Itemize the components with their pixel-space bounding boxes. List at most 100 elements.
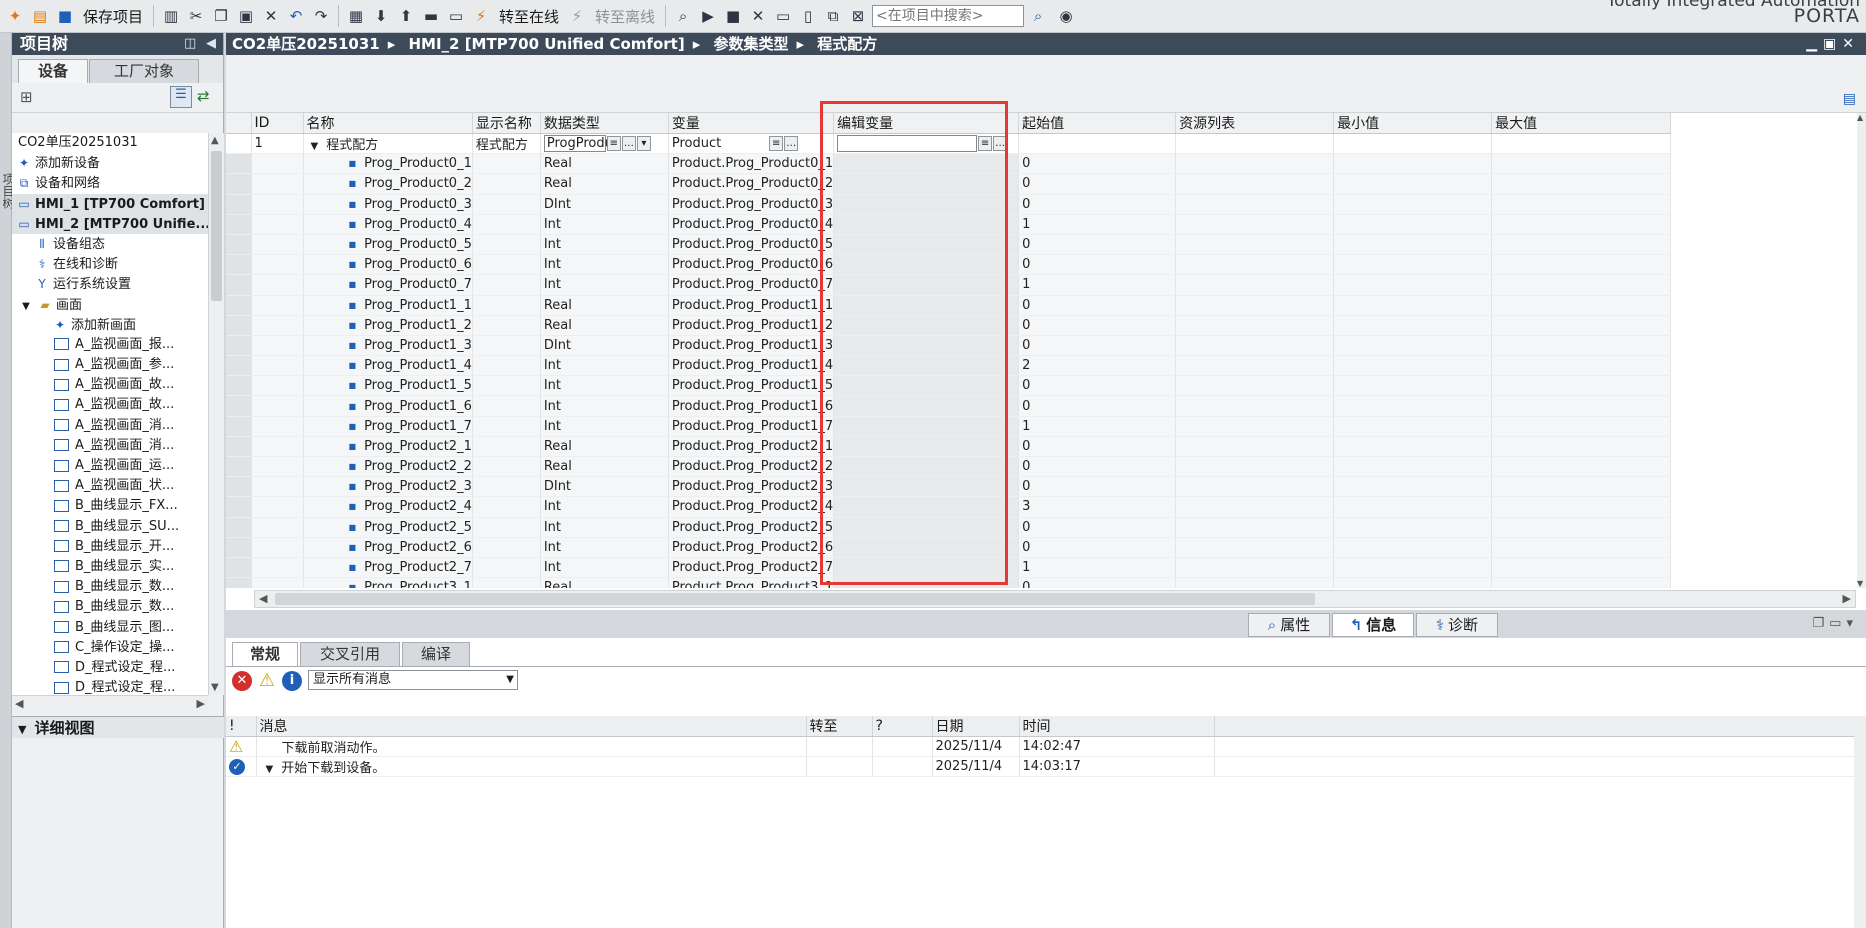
cell-max-value[interactable] xyxy=(1491,194,1672,215)
table-row[interactable]: ■ Prog_Product2_5 Int Product.Prog_Product2… xyxy=(226,517,1672,538)
row-header[interactable] xyxy=(226,375,252,397)
cell-start-value[interactable]: 0 xyxy=(1018,194,1177,215)
dropdown-icon[interactable]: ▾ xyxy=(636,136,651,152)
download-icon[interactable]: ⬇ xyxy=(370,5,392,27)
cell-id[interactable] xyxy=(251,315,304,336)
browse-icon[interactable]: … xyxy=(784,136,799,152)
cell-start-value[interactable]: 0 xyxy=(1018,254,1177,276)
table-row[interactable]: ■ Prog_Product2_1 Real Product.Prog_Product… xyxy=(226,436,1672,458)
cell-name[interactable]: ■ Prog_Product1_4 xyxy=(303,355,473,377)
cell-edit-variable[interactable] xyxy=(833,476,1020,498)
edit-variable-input[interactable] xyxy=(837,135,978,153)
cell-edit-variable[interactable] xyxy=(833,436,1020,458)
cell-data-type[interactable]: Real xyxy=(540,153,669,175)
cell-id[interactable]: 1 xyxy=(251,133,304,155)
search-icon[interactable]: ⌕ xyxy=(1027,5,1049,27)
cell-display-name[interactable] xyxy=(472,395,541,417)
cell-variable[interactable]: Product.Prog_Product0_6 xyxy=(668,254,835,276)
cell-min-value[interactable] xyxy=(1333,274,1493,296)
cell-min-value[interactable] xyxy=(1333,395,1493,417)
cross-reference-icon[interactable]: ✕ xyxy=(747,5,769,27)
cell-variable[interactable]: Product.Prog_Product3_1 xyxy=(668,577,835,588)
cell-start-value[interactable]: 0 xyxy=(1018,517,1177,538)
cell-id[interactable] xyxy=(251,234,304,256)
scroll-right-icon[interactable]: ▶ xyxy=(1843,592,1851,605)
cell-name[interactable]: ■ Prog_Product0_2 xyxy=(303,173,473,195)
cell-id[interactable] xyxy=(251,194,304,215)
cell-data-type[interactable]: Int xyxy=(540,557,669,579)
tree-item-screen[interactable]: B_曲线显示_FX... xyxy=(12,496,208,516)
msg-help[interactable] xyxy=(872,736,933,757)
cell-display-name[interactable]: 程式配方 xyxy=(472,133,541,155)
cell-data-type[interactable]: Int xyxy=(540,234,669,256)
message-filter-select[interactable]: 显示所有消息 ▼ xyxy=(308,670,518,690)
cell-resource-list[interactable] xyxy=(1175,456,1335,478)
panel-toggle-icon[interactable]: ◫ xyxy=(184,33,196,55)
cell-id[interactable] xyxy=(251,214,304,235)
table-row[interactable]: ■ Prog_Product2_4 Int Product.Prog_Product2… xyxy=(226,496,1672,518)
tab-info[interactable]: ↰ 信息 xyxy=(1332,613,1414,637)
cell-max-value[interactable] xyxy=(1491,335,1672,357)
cell-data-type[interactable]: Int xyxy=(540,537,669,558)
cell-data-type[interactable]: Int xyxy=(540,395,669,417)
cell-resource-list[interactable] xyxy=(1175,496,1335,518)
scroll-left-icon[interactable]: ◀ xyxy=(259,592,267,605)
cell-resource-list[interactable] xyxy=(1175,577,1335,588)
row-header[interactable] xyxy=(226,153,252,175)
list-icon[interactable]: ≡ xyxy=(769,136,784,152)
cell-max-value[interactable] xyxy=(1491,355,1672,377)
row-header[interactable] xyxy=(226,295,252,316)
table-row[interactable]: ■ Prog_Product2_6 Int Product.Prog_Product2… xyxy=(226,537,1672,558)
save-icon[interactable]: ■ xyxy=(54,5,76,27)
row-header[interactable] xyxy=(226,537,252,558)
breadcrumb-item[interactable]: 程式配方 xyxy=(817,35,877,53)
table-row[interactable]: ■ Prog_Product0_2 Real Product.Prog_Product… xyxy=(226,173,1672,195)
cell-min-value[interactable] xyxy=(1333,496,1493,518)
paste-icon[interactable]: ▣ xyxy=(235,5,257,27)
cell-data-type[interactable]: Real xyxy=(540,173,669,195)
cell-min-value[interactable] xyxy=(1333,254,1493,276)
msg-goto[interactable] xyxy=(806,736,873,757)
tree-horizontal-scrollbar[interactable]: ◀ ▶ xyxy=(12,695,208,713)
cell-max-value[interactable] xyxy=(1491,173,1672,195)
cell-max-value[interactable] xyxy=(1491,214,1672,235)
row-header[interactable] xyxy=(226,133,252,155)
go-online-icon[interactable]: ⚡ xyxy=(470,5,492,27)
cell-variable[interactable]: Product.Prog_Product1_2 xyxy=(668,315,835,336)
cell-edit-variable[interactable]: ≡… xyxy=(833,133,1020,155)
cell-start-value[interactable] xyxy=(1018,133,1177,155)
cell-data-type[interactable]: Int xyxy=(540,214,669,235)
cell-name[interactable]: ■ Prog_Product0_4 xyxy=(303,214,473,235)
row-header[interactable] xyxy=(226,456,252,478)
cell-id[interactable] xyxy=(251,395,304,417)
row-header[interactable] xyxy=(226,254,252,276)
cell-display-name[interactable] xyxy=(472,194,541,215)
msg-goto[interactable] xyxy=(806,756,873,777)
undo-icon[interactable]: ↶ xyxy=(285,5,307,27)
cell-min-value[interactable] xyxy=(1333,133,1493,155)
message-row[interactable]: ✓ ▼ 开始下载到设备。 2025/11/4 14:03:17 xyxy=(226,756,1855,777)
tree-item-screen[interactable]: A_监视画面_参... xyxy=(12,355,208,375)
tree-item-screen[interactable]: B_曲线显示_SU... xyxy=(12,517,208,537)
cell-display-name[interactable] xyxy=(472,335,541,357)
cell-id[interactable] xyxy=(251,355,304,377)
cell-start-value[interactable]: 3 xyxy=(1018,496,1177,518)
col-header-resource-list[interactable]: 资源列表 xyxy=(1175,113,1335,134)
cell-resource-list[interactable] xyxy=(1175,557,1335,579)
cell-edit-variable[interactable] xyxy=(833,315,1020,336)
cell-variable[interactable]: Product.Prog_Product0_4 xyxy=(668,214,835,235)
cell-variable[interactable]: Product.Prog_Product1_4 xyxy=(668,355,835,377)
tree-sync-icon[interactable]: ⇄ xyxy=(197,87,210,105)
cell-edit-variable[interactable] xyxy=(833,375,1020,397)
cell-min-value[interactable] xyxy=(1333,436,1493,458)
row-header[interactable] xyxy=(226,173,252,195)
cell-variable[interactable]: Product.Prog_Product0_1 xyxy=(668,153,835,175)
table-row[interactable]: ■ Prog_Product3_1 Real Product.Prog_Product… xyxy=(226,577,1672,588)
cell-data-type[interactable]: Int xyxy=(540,496,669,518)
cell-resource-list[interactable] xyxy=(1175,153,1335,175)
cell-start-value[interactable]: 0 xyxy=(1018,153,1177,175)
scrollbar-thumb[interactable] xyxy=(211,151,222,301)
col-header-id[interactable]: ID xyxy=(251,113,304,134)
cell-max-value[interactable] xyxy=(1491,496,1672,518)
cell-resource-list[interactable] xyxy=(1175,315,1335,336)
